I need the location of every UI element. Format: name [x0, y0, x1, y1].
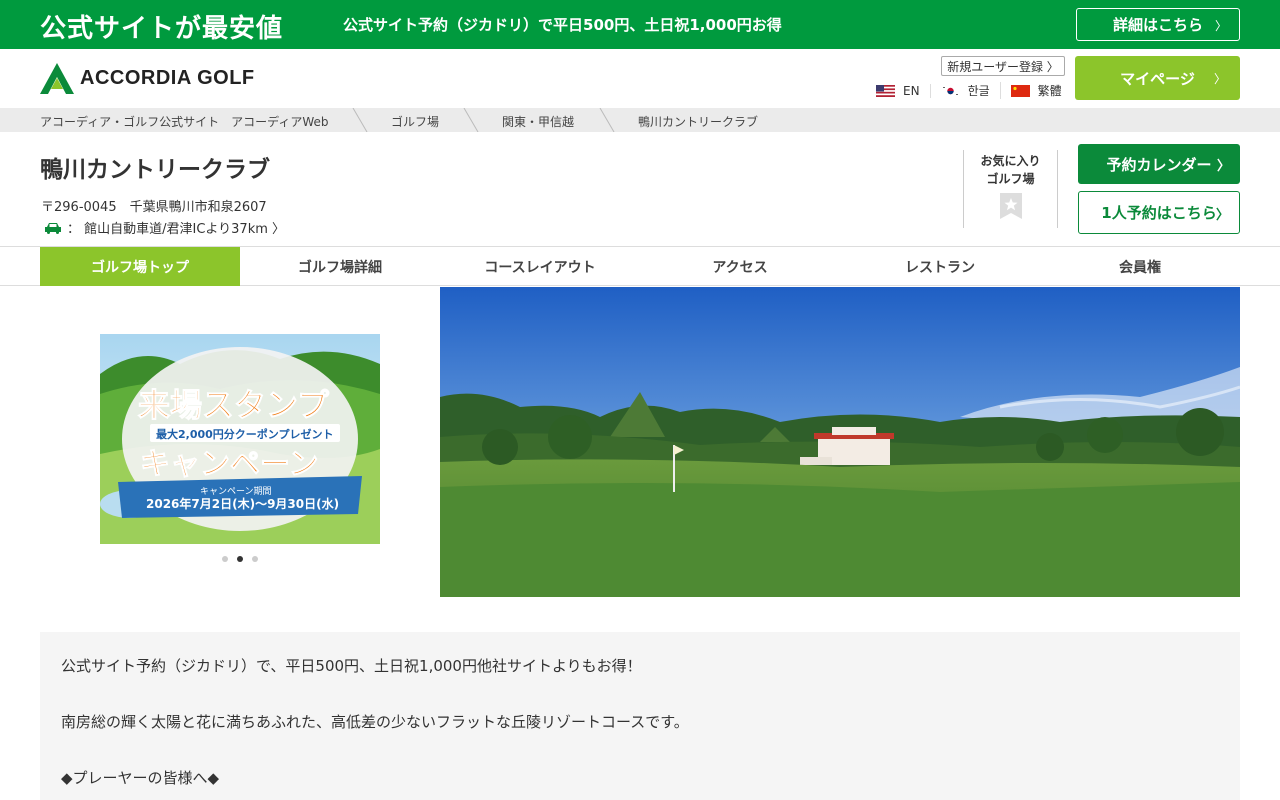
breadcrumb-current: 鴨川カントリークラブ	[638, 115, 759, 129]
breadcrumb-separator-icon	[463, 108, 479, 132]
lang-label: 한글	[967, 84, 990, 98]
lang-zh-tw[interactable]: 繁體	[1001, 82, 1062, 99]
promo-banner: 公式サイトが最安値 公式サイト予約（ジカドリ）で平日500円、土日祝1,000円…	[0, 0, 1280, 49]
solo-reservation-label: 1人予約はこちら	[1101, 204, 1217, 222]
campaign-subtitle: 最大2,000円分クーポンプレゼント	[156, 427, 333, 441]
signup-link[interactable]: 新規ユーザー登録 〉	[941, 56, 1065, 76]
breadcrumb-home[interactable]: アコーディア・ゴルフ公式サイト アコーディアWeb	[40, 113, 328, 130]
promo-text: 公式サイト予約（ジカドリ）で平日500円、土日祝1,000円お得	[343, 16, 782, 34]
description-line: 公式サイト予約（ジカドリ）で、平日500円、土日祝1,000円他社サイトよりもお…	[61, 657, 642, 675]
bookmark-star-icon	[999, 193, 1022, 219]
chevron-right-icon: 〉	[1214, 19, 1227, 33]
club-address: 〒296-0045 千葉県鴨川市和泉2607	[41, 200, 267, 215]
us-flag-icon	[876, 84, 895, 97]
car-icon	[45, 222, 61, 234]
tab-membership[interactable]: 会員権	[1040, 247, 1240, 286]
tab-access[interactable]: アクセス	[640, 247, 840, 286]
campaign-period: 2026年7月2日(木)～9月30日(水)	[146, 496, 339, 511]
carousel-dot[interactable]	[237, 556, 243, 562]
club-access-text: ： 館山自動車道/君津ICより37km 〉	[67, 222, 286, 237]
club-access-link[interactable]: ： 館山自動車道/君津ICより37km 〉	[44, 218, 285, 237]
description-line: 南房総の輝く太陽と花に満ちあふれた、高低差の少ないフラットな丘陵リゾートコースで…	[61, 713, 689, 731]
tab-restaurant[interactable]: レストラン	[840, 247, 1040, 286]
mypage-label: マイページ	[1120, 69, 1195, 88]
lang-ko[interactable]: 한글	[931, 82, 1001, 99]
campaign-title-2: キャンペーン	[140, 447, 319, 482]
accordia-logo-icon	[40, 63, 74, 94]
logo[interactable]: ACCORDIA GOLF	[40, 63, 255, 94]
solo-reservation-button[interactable]: 1人予約はこちら 〉	[1078, 191, 1240, 234]
favorite-label-2: ゴルフ場	[986, 172, 1035, 186]
breadcrumb: アコーディア・ゴルフ公式サイト アコーディアWeb ゴルフ場 関東・甲信越 鴨川…	[0, 108, 1280, 132]
favorite-button[interactable]: お気に入り ゴルフ場	[963, 150, 1058, 228]
chevron-right-icon: 〉	[1216, 159, 1230, 174]
reservation-calendar-label: 予約カレンダー	[1106, 155, 1212, 174]
hero-image	[440, 287, 1240, 597]
lang-label: 繁體	[1037, 84, 1062, 98]
tab-course-layout[interactable]: コースレイアウト	[440, 247, 640, 286]
breadcrumb-separator-icon	[599, 108, 615, 132]
tab-golf-top[interactable]: ゴルフ場トップ	[40, 247, 240, 286]
promo-details-label: 詳細はこちら	[1112, 16, 1203, 34]
description-line: ◆プレーヤーの皆様へ◆	[61, 769, 220, 787]
campaign-period-label: キャンペーン期間	[200, 486, 272, 497]
korea-flag-icon	[940, 84, 960, 97]
logo-text: ACCORDIA GOLF	[80, 67, 255, 89]
page-title: 鴨川カントリークラブ	[40, 157, 270, 183]
chevron-right-icon: 〉	[1215, 208, 1229, 223]
carousel-dot[interactable]	[252, 556, 258, 562]
breadcrumb-region[interactable]: 関東・甲信越	[502, 113, 574, 130]
china-flag-icon	[1010, 84, 1030, 97]
mypage-button[interactable]: マイページ 〉	[1075, 56, 1240, 100]
club-description: 公式サイト予約（ジカドリ）で、平日500円、土日祝1,000円他社サイトよりもお…	[40, 632, 1240, 800]
golf-course-photo	[440, 287, 1240, 597]
reservation-calendar-button[interactable]: 予約カレンダー 〉	[1078, 144, 1240, 184]
lang-en[interactable]: EN	[876, 83, 931, 98]
breadcrumb-golf-courses[interactable]: ゴルフ場	[391, 113, 439, 130]
language-switcher: EN 한글 繁體	[876, 82, 1062, 99]
campaign-banner[interactable]: 来場スタンプ 最大2,000円分クーポンプレゼント キャンペーン キャンペーン期…	[100, 334, 380, 544]
tab-golf-details[interactable]: ゴルフ場詳細	[240, 247, 440, 286]
club-nav: ゴルフ場トップ ゴルフ場詳細 コースレイアウト アクセス レストラン 会員権	[0, 246, 1280, 286]
carousel-dot[interactable]	[222, 556, 228, 562]
breadcrumb-separator-icon	[352, 108, 368, 132]
campaign-title-1: 来場スタンプ	[138, 386, 330, 424]
lang-label: EN	[903, 83, 920, 98]
campaign-banner-graphic: 来場スタンプ 最大2,000円分クーポンプレゼント キャンペーン キャンペーン期…	[100, 334, 380, 544]
favorite-label-1: お気に入り	[980, 154, 1041, 168]
promo-details-button[interactable]: 詳細はこちら 〉	[1076, 8, 1240, 41]
chevron-right-icon: 〉	[1213, 72, 1226, 86]
carousel-dots	[222, 556, 267, 562]
promo-title: 公式サイトが最安値	[40, 14, 284, 44]
